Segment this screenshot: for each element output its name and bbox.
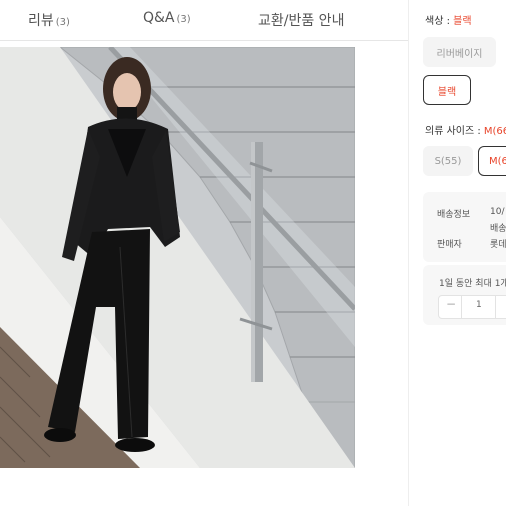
seller-value[interactable]: 롯데 — [490, 237, 506, 250]
purchase-limit-text: 1일 동안 최대 1개 구 — [439, 279, 506, 289]
product-tab-bar: 리뷰 (3) Q&A (3) 교환/반품 안내 — [0, 0, 408, 41]
color-option-river-beige[interactable]: 리버베이지 — [423, 37, 496, 67]
color-label-text: 색상 : — [425, 16, 454, 27]
tab-qna-label: Q&A — [143, 10, 175, 26]
shipping-info-value-2: 배송 — [490, 224, 506, 234]
product-photo-illustration — [0, 47, 355, 468]
product-photo — [0, 47, 355, 468]
shipping-info-value: 10/ — [490, 207, 505, 217]
size-option-m66[interactable]: M(6 — [478, 146, 506, 176]
tab-exchange-return[interactable]: 교환/반품 안내 — [258, 10, 344, 30]
tab-reviews-label: 리뷰 — [28, 13, 54, 29]
size-selected-value: M(66 — [483, 126, 506, 137]
stepper-divider-2 — [495, 296, 496, 318]
panel-divider — [408, 0, 409, 506]
seller-label: 판매자 — [437, 240, 462, 250]
tab-reviews-count: (3) — [55, 17, 70, 28]
size-label-text: 의류 사이즈 : — [425, 126, 484, 137]
color-option-label: 색상 : 블랙 — [425, 12, 472, 27]
tab-exchange-return-label: 교환/반품 안내 — [258, 13, 345, 29]
size-option-s55[interactable]: S(55) — [423, 146, 473, 176]
size-option-label: 의류 사이즈 : M(66 — [425, 122, 506, 137]
quantity-minus-button[interactable]: − — [446, 297, 456, 311]
tab-reviews[interactable]: 리뷰 (3) — [28, 10, 70, 30]
color-selected-value: 블랙 — [453, 16, 472, 27]
quantity-value[interactable]: 1 — [476, 300, 482, 310]
stepper-divider — [461, 296, 462, 318]
color-option-black[interactable]: 블랙 — [423, 75, 471, 105]
tab-qna[interactable]: Q&A (3) — [143, 10, 191, 26]
tab-qna-count: (3) — [176, 14, 191, 25]
shipping-info-label: 배송정보 — [437, 210, 471, 220]
